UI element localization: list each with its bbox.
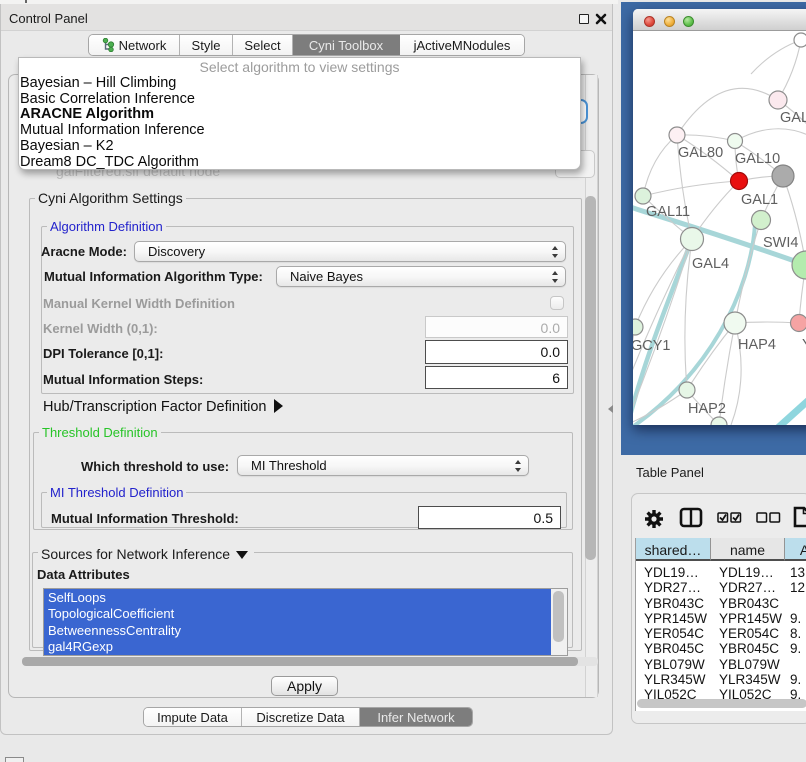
svg-text:GAL10: GAL10 — [735, 151, 780, 167]
svg-text:GAL4: GAL4 — [692, 256, 729, 272]
svg-text:GCY1: GCY1 — [633, 338, 671, 354]
svg-text:HAP4: HAP4 — [738, 337, 776, 353]
svg-text:GAL1: GAL1 — [741, 192, 778, 208]
svg-text:Y: Y — [802, 337, 806, 353]
svg-text:GAL80: GAL80 — [678, 145, 723, 161]
svg-text:GAL2: GAL2 — [780, 110, 806, 126]
svg-text:GAL11: GAL11 — [646, 204, 690, 220]
svg-text:HAP2: HAP2 — [688, 401, 726, 417]
svg-text:SWI4: SWI4 — [763, 235, 798, 251]
